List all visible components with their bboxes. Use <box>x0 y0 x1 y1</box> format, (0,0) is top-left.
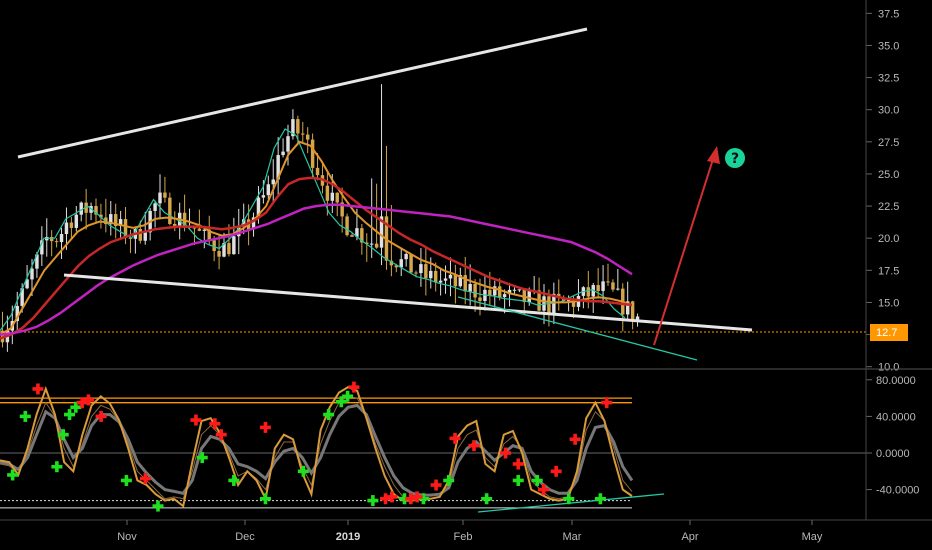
candle-body <box>601 281 605 291</box>
osc-tick-label: -40.0000 <box>876 485 919 497</box>
candle-body <box>468 283 472 292</box>
osc-tick-label: 80.0000 <box>876 375 916 387</box>
price-tick-label: 25.0 <box>878 169 899 181</box>
price-tick-label: 20.0 <box>878 233 899 245</box>
price-tick-label: 30.0 <box>878 105 899 117</box>
time-tick-label: May <box>802 531 823 543</box>
chart: 37.5 35.0 32.5 30.0 27.5 25.0 22.5 20.0 17.5 15.0… <box>0 0 932 550</box>
price-tick-label: 15.0 <box>878 297 899 309</box>
candle-body <box>301 133 305 135</box>
candle-body <box>261 195 266 198</box>
candle-body <box>443 278 448 281</box>
osc-tick-label: 40.0000 <box>876 411 916 423</box>
candle-body <box>497 286 502 298</box>
price-tick-label: 37.5 <box>878 8 899 20</box>
candle-body <box>478 297 482 301</box>
price-tick-label: 32.5 <box>878 73 899 85</box>
candle-body <box>547 296 551 314</box>
last-price-tag: 12.7 <box>870 324 908 341</box>
candle-body <box>197 228 202 231</box>
time-tick-label: Mar <box>563 531 582 543</box>
candle-body <box>374 243 379 248</box>
candle-body <box>163 192 167 198</box>
candle-body <box>271 179 275 185</box>
candle-body <box>266 184 271 196</box>
candle-body <box>606 281 610 283</box>
candle-body <box>433 270 438 283</box>
candle-body <box>153 203 157 211</box>
candle-body <box>54 241 59 243</box>
question-circle-icon[interactable]: ? <box>725 148 745 168</box>
candle-body <box>330 192 335 201</box>
candle-body <box>232 236 236 255</box>
candle-body <box>369 243 374 245</box>
candle-body <box>217 251 221 257</box>
question-mark-glyph: ? <box>731 151 739 167</box>
candle-body <box>596 285 600 291</box>
price-tick-label: 17.5 <box>878 265 899 277</box>
candle-body <box>227 243 231 255</box>
candle-body <box>424 264 428 279</box>
candle-body <box>419 264 423 274</box>
candle-body <box>315 167 320 176</box>
candle-body <box>168 197 172 224</box>
time-tick-label: Apr <box>681 531 698 543</box>
candle-body <box>616 288 620 290</box>
candle-body <box>409 253 413 273</box>
candle-body <box>325 185 330 201</box>
candle-body <box>296 119 300 134</box>
last-price-label: 12.7 <box>876 327 897 339</box>
candle-body <box>158 192 162 204</box>
candle-body <box>350 235 354 237</box>
candle-body <box>335 192 339 203</box>
candle-body <box>74 214 79 228</box>
candle-body <box>473 283 477 298</box>
candle-body <box>453 274 458 287</box>
candle-body <box>502 294 507 298</box>
candle-body <box>305 134 310 140</box>
candle-body <box>586 287 591 297</box>
candle-body <box>448 274 453 279</box>
time-tick-label: Nov <box>117 531 137 543</box>
candle-body <box>345 216 349 236</box>
candle-body <box>399 259 403 268</box>
candle-body <box>59 234 64 243</box>
candle-body <box>429 270 433 279</box>
candle-body <box>527 291 531 303</box>
time-tick-label: Dec <box>235 531 255 543</box>
time-tick-label: 2019 <box>336 531 360 543</box>
candle-body <box>611 282 615 290</box>
candle-body <box>281 151 285 156</box>
candle-body <box>438 280 443 283</box>
candle-body <box>286 136 290 152</box>
osc-tick-label: 0.0000 <box>876 448 910 460</box>
price-tick-label: 27.5 <box>878 137 899 149</box>
candle-body <box>310 139 315 168</box>
chart-background <box>0 0 932 550</box>
candle-body <box>517 289 522 291</box>
candle-body <box>488 289 492 296</box>
time-tick-label: Feb <box>454 531 473 543</box>
candle-body <box>69 222 74 228</box>
price-tick-label: 22.5 <box>878 201 899 213</box>
price-tick-label: 35.0 <box>878 40 899 52</box>
price-tick-label: 10.0 <box>878 362 899 374</box>
candle-body <box>512 289 517 291</box>
candle-body <box>143 232 147 241</box>
candle-body <box>404 253 408 260</box>
candle-body <box>138 229 143 241</box>
candle-body <box>414 272 418 274</box>
candle-body <box>64 222 69 235</box>
